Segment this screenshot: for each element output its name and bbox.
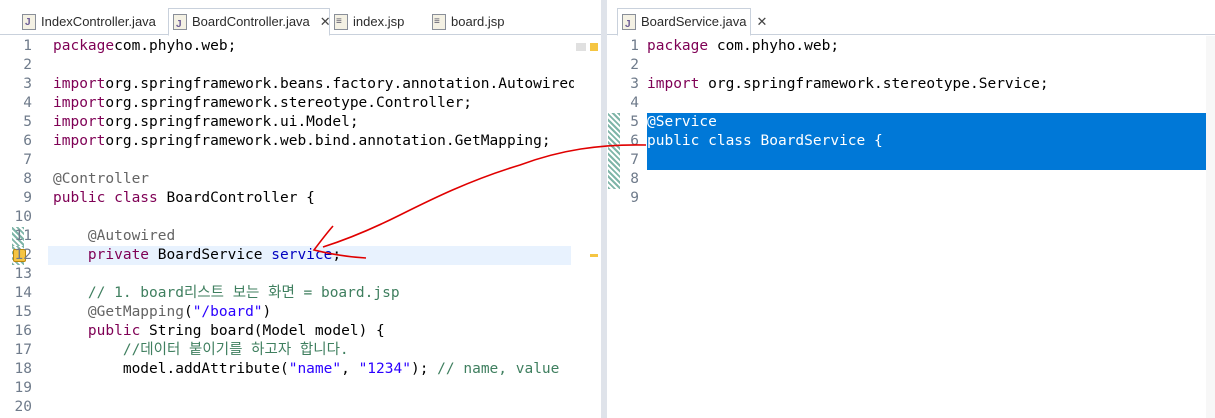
red-arrow-annotation (312, 144, 647, 259)
arrow-stroke (322, 144, 647, 248)
